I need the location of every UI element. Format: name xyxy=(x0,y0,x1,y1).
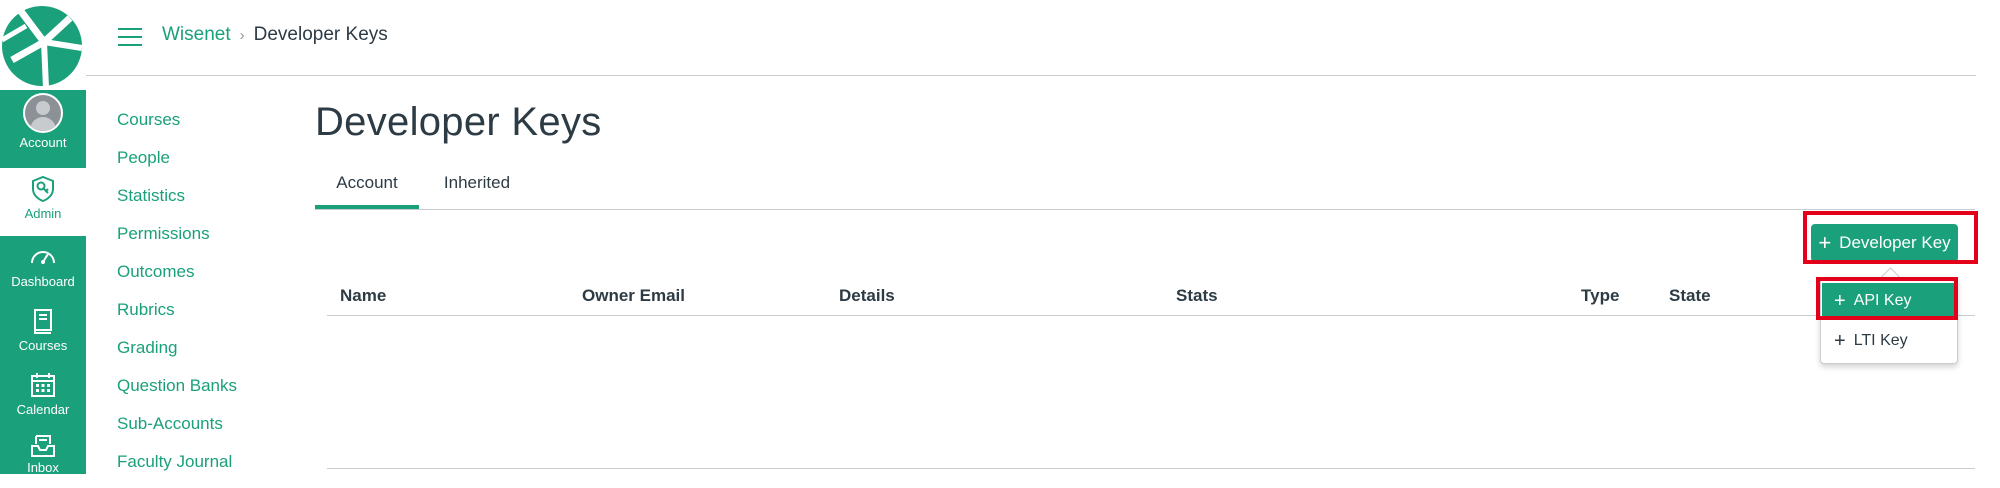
developer-keys-table-header: Name Owner Email Details Stats Type Stat… xyxy=(327,280,1975,316)
account-nav-outcomes[interactable]: Outcomes xyxy=(117,260,237,298)
global-nav-dashboard-label: Dashboard xyxy=(11,274,75,289)
account-nav-rubrics[interactable]: Rubrics xyxy=(117,298,237,336)
account-nav-courses[interactable]: Courses xyxy=(117,108,237,146)
speedometer-icon xyxy=(28,242,58,272)
global-nav-courses-label: Courses xyxy=(18,338,68,353)
plus-icon: + xyxy=(1818,230,1832,255)
account-nav: Courses People Statistics Permissions Ou… xyxy=(117,108,237,488)
global-nav-courses[interactable]: Courses xyxy=(0,306,86,368)
plus-icon: + xyxy=(1834,290,1846,312)
tab-account[interactable]: Account xyxy=(315,163,419,209)
breadcrumb-root-link[interactable]: Wisenet xyxy=(162,24,231,46)
account-nav-permissions[interactable]: Permissions xyxy=(117,222,237,260)
account-nav-grading[interactable]: Grading xyxy=(117,336,237,374)
global-nav-calendar-label: Calendar xyxy=(16,402,70,417)
api-key-menu-item[interactable]: + API Key xyxy=(1822,283,1956,319)
global-nav-inbox[interactable]: Inbox xyxy=(0,434,86,474)
column-header-state: State xyxy=(1669,286,1711,305)
lti-key-menu-item[interactable]: + LTI Key xyxy=(1822,323,1956,359)
account-nav-sub-accounts[interactable]: Sub-Accounts xyxy=(117,412,237,450)
global-nav-inbox-label: Inbox xyxy=(27,460,59,474)
account-nav-statistics[interactable]: Statistics xyxy=(117,184,237,222)
breadcrumb-current: Developer Keys xyxy=(253,24,388,45)
shield-key-icon xyxy=(28,174,58,204)
global-nav-calendar[interactable]: Calendar xyxy=(0,370,86,434)
global-nav-admin[interactable]: Admin xyxy=(0,168,86,236)
avatar xyxy=(23,93,63,133)
plus-icon: + xyxy=(1834,330,1846,352)
global-nav-account[interactable]: Account xyxy=(0,93,86,168)
wisenet-logo[interactable] xyxy=(0,0,86,90)
breadcrumb: Wisenet › Developer Keys xyxy=(162,24,388,46)
page-title: Developer Keys xyxy=(315,100,602,144)
page-header: Wisenet › Developer Keys xyxy=(86,0,1976,76)
inbox-icon xyxy=(28,434,58,458)
column-header-name: Name xyxy=(340,286,387,305)
global-nav: Account Admin Dashboard Courses Calendar… xyxy=(0,0,86,474)
book-icon xyxy=(28,306,58,336)
add-developer-key-label: Developer Key xyxy=(1839,233,1951,252)
column-header-type: Type xyxy=(1581,286,1620,305)
breadcrumb-separator: › xyxy=(239,26,245,44)
developer-key-dropdown: + API Key + LTI Key xyxy=(1820,277,1958,364)
global-nav-admin-label: Admin xyxy=(24,206,62,221)
account-nav-people[interactable]: People xyxy=(117,146,237,184)
calendar-icon xyxy=(28,370,58,400)
column-header-details: Details xyxy=(839,286,895,305)
hamburger-icon[interactable] xyxy=(118,28,142,46)
global-nav-account-label: Account xyxy=(19,135,67,150)
column-header-owner-email: Owner Email xyxy=(582,286,685,305)
column-header-stats: Stats xyxy=(1176,286,1218,305)
api-key-label: API Key xyxy=(1853,292,1912,309)
global-nav-dashboard[interactable]: Dashboard xyxy=(0,242,86,304)
tab-bar: Account Inherited xyxy=(315,163,1975,210)
add-developer-key-button[interactable]: + Developer Key xyxy=(1811,224,1958,262)
account-nav-faculty-journal[interactable]: Faculty Journal xyxy=(117,450,237,488)
tab-inherited[interactable]: Inherited xyxy=(425,163,529,209)
lti-key-label: LTI Key xyxy=(1853,332,1908,349)
account-nav-question-banks[interactable]: Question Banks xyxy=(117,374,237,412)
table-bottom-divider xyxy=(327,468,1975,469)
